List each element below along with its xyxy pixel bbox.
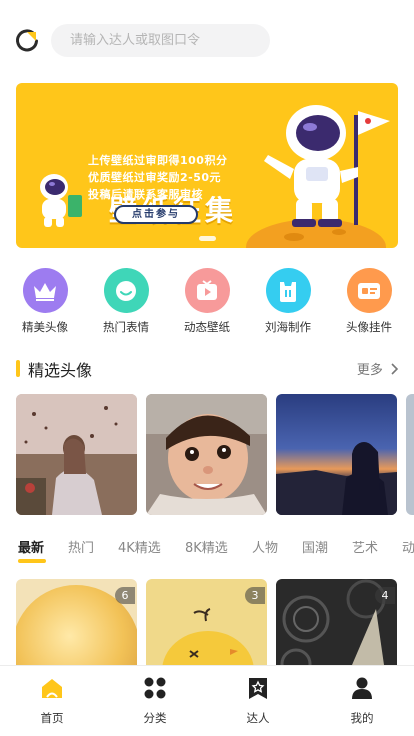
play-icon	[197, 279, 217, 300]
category-circle	[265, 268, 311, 313]
person-icon	[352, 677, 372, 699]
search-input[interactable]	[51, 24, 270, 57]
crown-icon	[34, 282, 56, 301]
avatar-photo[interactable]	[406, 394, 414, 515]
tab-anime[interactable]: 动漫	[402, 537, 414, 556]
tab-guochao[interactable]: 国潮	[302, 537, 328, 556]
avatar-photo[interactable]	[16, 394, 137, 515]
card-count-badge: 3	[245, 587, 265, 604]
smile-icon	[116, 280, 136, 301]
featured-avatars-header: 精选头像 更多	[16, 356, 399, 380]
category-label: 刘海制作	[265, 320, 311, 334]
chevron-right-icon	[391, 363, 399, 375]
tabbar-item-mine[interactable]: 我的	[327, 676, 397, 726]
card-count-badge: 4	[375, 587, 395, 604]
top-bar	[0, 0, 414, 80]
search-bar[interactable]	[51, 24, 270, 57]
category-circle	[22, 268, 68, 313]
banner-line: 优质壁纸过审奖励2-50元	[88, 171, 222, 184]
category-circle	[184, 268, 230, 313]
category-label: 热门表情	[103, 320, 149, 334]
banner-join-button[interactable]: 点击参与	[114, 205, 198, 224]
wallpaper-card[interactable]: 6	[16, 579, 137, 669]
tab-people[interactable]: 人物	[252, 537, 278, 556]
wallpaper-category-tabs: 最新 热门 4K精选 8K精选 人物 国潮 艺术 动漫	[0, 534, 414, 568]
wallpaper-card[interactable]: 4	[276, 579, 397, 669]
home-icon	[42, 679, 62, 698]
photo-balloons-girl	[16, 394, 137, 515]
category-circle	[103, 268, 149, 313]
tabbar-label: 我的	[350, 711, 374, 725]
category-item-emoji[interactable]: 热门表情	[91, 268, 161, 335]
category-item-live-wallpaper[interactable]: 动态壁纸	[172, 268, 242, 335]
more-label: 更多	[356, 363, 383, 378]
avatar-photo[interactable]	[276, 394, 397, 515]
category-item-pendant[interactable]: 头像挂件	[334, 268, 404, 335]
tabbar-item-talent[interactable]: 达人	[223, 676, 293, 726]
bottom-tab-bar: 首页 分类 达人 我的	[0, 665, 414, 736]
banner-indicator	[199, 236, 216, 241]
banner-astronaut-small-icon	[40, 174, 82, 227]
logo-icon[interactable]	[14, 28, 40, 54]
wallpaper-card[interactable]: 3	[146, 579, 267, 669]
tabbar-label: 分类	[143, 711, 167, 725]
banner-line: 上传壁纸过审即得100积分	[88, 154, 228, 167]
badge-icon	[358, 282, 380, 299]
tab-hot[interactable]: 热门	[68, 537, 94, 556]
star-bookmark-icon	[249, 678, 267, 699]
banner-astronaut-icon	[246, 105, 390, 248]
wallpaper-grid: 6 3 4	[16, 579, 414, 669]
category-item-notch[interactable]: 刘海制作	[253, 268, 323, 335]
photo-sunset-silhouette	[276, 394, 397, 515]
photo-child-portrait	[146, 394, 267, 515]
category-circle	[346, 268, 392, 313]
photo-partial	[406, 394, 414, 515]
tab-8k[interactable]: 8K精选	[185, 537, 228, 556]
tab-latest[interactable]: 最新	[18, 537, 44, 556]
category-label: 精美头像	[22, 320, 68, 334]
tabbar-item-category[interactable]: 分类	[120, 676, 190, 726]
section-title: 精选头像	[28, 361, 93, 380]
tabbar-label: 达人	[246, 711, 270, 725]
tab-4k[interactable]: 4K精选	[118, 537, 161, 556]
category-label: 头像挂件	[346, 320, 392, 334]
grid-icon	[144, 677, 166, 699]
section-accent-bar	[16, 360, 20, 377]
avatar-photo[interactable]	[146, 394, 267, 515]
tabbar-label: 首页	[40, 711, 64, 725]
tab-art[interactable]: 艺术	[352, 537, 378, 556]
promo-banner[interactable]: 壁纸征集 上传壁纸过审即得100积分 优质壁纸过审奖励2-50元 投稿后请联系客…	[16, 83, 398, 248]
category-row: 精美头像 热门表情 动态壁纸 刘海制作 头像挂件	[0, 268, 414, 338]
more-link[interactable]: 更多	[356, 359, 399, 378]
card-count-badge: 6	[115, 587, 135, 604]
category-label: 动态壁纸	[184, 320, 230, 334]
featured-photo-row	[16, 394, 414, 515]
banner-line: 投稿后请联系客服审核	[88, 188, 203, 201]
notch-icon	[280, 281, 296, 302]
tabbar-item-home[interactable]: 首页	[17, 676, 87, 726]
active-tab-indicator	[18, 559, 46, 563]
category-item-avatar[interactable]: 精美头像	[10, 268, 80, 335]
